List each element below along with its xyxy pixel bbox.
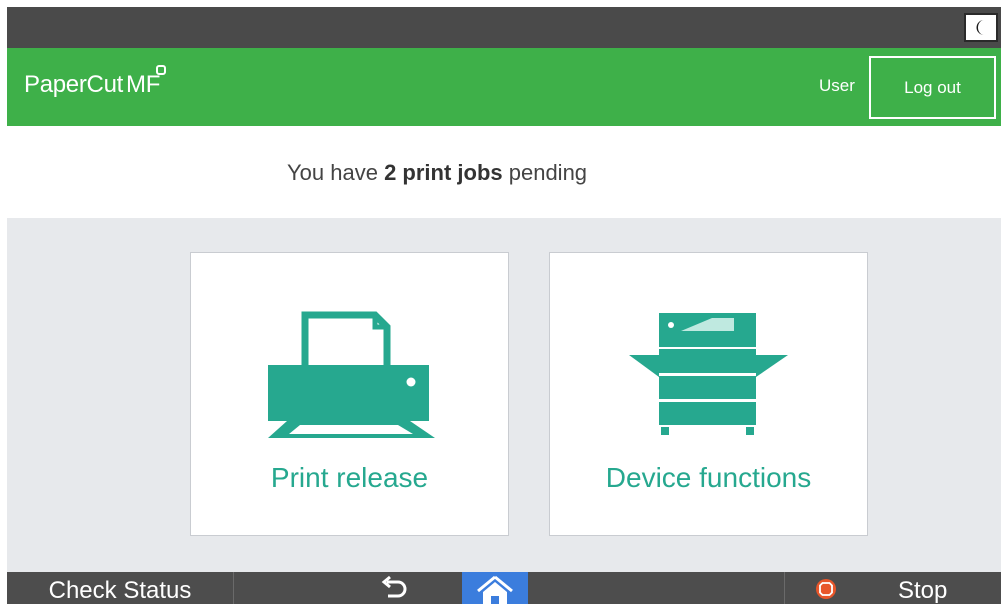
- energy-saver-button[interactable]: [964, 13, 998, 42]
- back-arrow-icon: [381, 575, 407, 598]
- device-status-bar: [7, 7, 1001, 48]
- main-menu: Print release Device functions: [7, 218, 1001, 572]
- home-icon: [477, 575, 513, 604]
- check-status-button[interactable]: Check Status: [7, 572, 234, 604]
- brand-suffix: MF: [126, 71, 161, 98]
- print-release-tile[interactable]: Print release: [190, 252, 509, 536]
- printer-icon: [268, 311, 435, 438]
- pending-jobs-message: You have 2 print jobs pending: [287, 160, 587, 186]
- papercut-home-screen: PaperCut MF User Log out You have 2 print…: [0, 0, 1001, 604]
- copier-icon: [629, 313, 788, 435]
- print-release-label: Print release: [270, 462, 429, 493]
- pending-text-after: pending: [502, 160, 588, 185]
- user-name: User: [819, 76, 855, 95]
- home-button[interactable]: [462, 572, 528, 604]
- app-header: PaperCut MF User Log out: [7, 48, 1001, 126]
- log-out-button[interactable]: Log out: [869, 56, 996, 119]
- device-control-bar: Check Status Stop: [7, 572, 1001, 604]
- papercut-logo: PaperCut MF: [24, 70, 160, 100]
- brand-prefix: PaperCut: [24, 71, 123, 98]
- pending-job-count: 2 print jobs: [384, 160, 503, 185]
- device-functions-label: Device functions: [605, 462, 812, 493]
- device-functions-tile[interactable]: Device functions: [549, 252, 868, 536]
- moon-icon: [976, 20, 984, 35]
- back-button[interactable]: [371, 574, 415, 604]
- stop-button[interactable]: Stop: [784, 572, 1001, 604]
- stop-label: Stop: [898, 577, 948, 604]
- stop-icon: [816, 579, 836, 599]
- pending-jobs-banner: You have 2 print jobs pending: [7, 126, 1001, 218]
- logo-mark-icon: [156, 65, 166, 75]
- pending-text-before: You have: [287, 160, 385, 185]
